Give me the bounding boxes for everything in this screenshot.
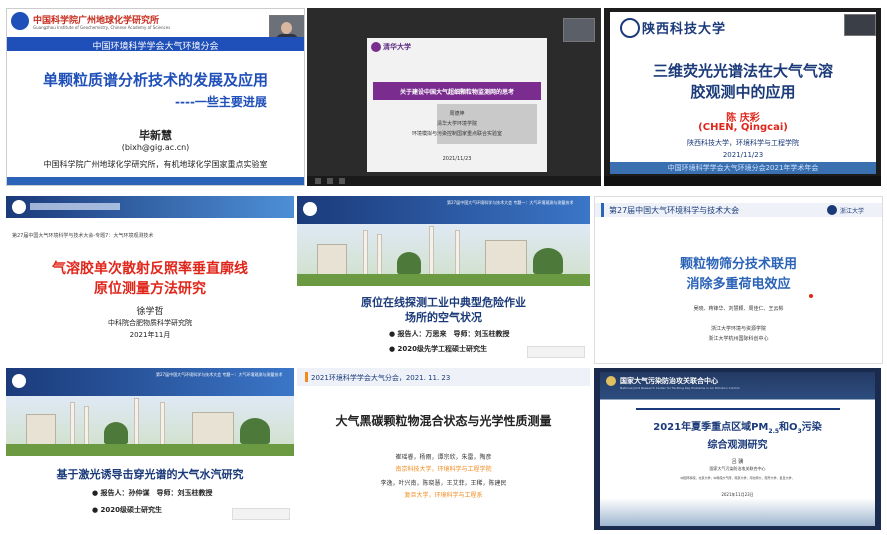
slide-title: 单颗粒质谱分析技术的发展及应用	[42, 71, 268, 89]
slide-tile-8[interactable]: 2021环境科学学会大气分会，2021. 11. 23 大气黑碳颗粒物混合状态与…	[297, 368, 590, 528]
sust-logo-icon	[620, 18, 640, 38]
author-name-english: (CHEN, Qingcai)	[698, 122, 788, 133]
slide-tile-9[interactable]: 国家大气污染防治攻关联合中心 National Joint Research C…	[594, 368, 881, 530]
university-logo-icon	[12, 374, 26, 388]
student-grade: ● 2020级硕士研究生	[92, 506, 163, 514]
affiliation-2: 环境模拟与污染控制国家重点联合实验室	[411, 131, 502, 137]
slide-title: 基于激光诱导击穿光谱的大气水汽研究	[56, 468, 244, 481]
university-logo-text: 浙江大学	[840, 208, 865, 215]
slide-title: 大气黑碳颗粒物混合状态与光学性质测量	[335, 414, 552, 428]
pointer-dot	[809, 294, 813, 298]
author-affiliation: 中国科学院广州地球化学研究所，有机地球化学国家重点实验室	[43, 160, 268, 169]
slide-header: 第27届中国大气环境科学与技术大会 专题一：大气环境观测与测量技术	[156, 372, 283, 377]
author-affiliation: 中科院合肥物质科学研究院	[108, 319, 192, 327]
slide-subtitle: ----一些主要进展	[175, 95, 267, 109]
conference-banner: 第27届中国大气环境科学与技术大会-专题7：大气环境观测技术	[12, 233, 154, 239]
author-name: 徐学哲	[136, 307, 164, 317]
slide-title-line-1: 气溶胶单次散射反照率垂直廓线	[52, 261, 248, 277]
tsinghua-logo-text: 清华大学	[383, 43, 411, 51]
author-name: 毕新慧	[139, 129, 172, 142]
institute-logo-icon	[12, 200, 26, 214]
slide-tile-2[interactable]: 清华大学 关于建设中国大气超细颗粒物监测网的思考 周德坤 清华大学环境学院 环境…	[307, 8, 601, 186]
speaker-webcam	[563, 18, 595, 42]
slide-title-line-2: 场所的空气状况	[405, 311, 482, 324]
slide-title-line-1: 颗粒物筛分技术联用	[679, 257, 797, 272]
participating-institutions: 中国环科院，北京大学，中科院大气所，南京大学，河北师大，南开大学，复旦大学，	[680, 476, 795, 480]
slide-header: 第27届中国大气环境科学与技术大会 专题一：大气环境观测与测量技术	[447, 200, 574, 205]
slide-tile-1[interactable]: 中国科学院广州地球化学研究所 Guangzhou Institute of Ge…	[6, 8, 305, 186]
slide-tile-6[interactable]: 第27届中国大气环境科学与技术大会 浙江大学 颗粒物筛分技术联用 消除多重荷电效…	[594, 196, 883, 364]
author-list-1: 崔瑶睿，杨雨，谭宗欣，朱雷，陶彦	[395, 454, 492, 461]
slide-tile-4[interactable]: 第27届中国大气环境科学与技术大会-专题7：大气环境观测技术 气溶胶单次散射反照…	[6, 196, 294, 362]
reporter-info: ● 报告人：孙仲谋 导师：刘玉柱教授	[92, 489, 213, 497]
reporter-info: ● 报告人：万思来 导师：刘玉柱教授	[389, 330, 510, 338]
slide-title-line-2: 原位测量方法研究	[94, 281, 206, 297]
author-name: 吕 骥	[731, 459, 744, 465]
toolbar-icon[interactable]	[339, 178, 345, 184]
slide-title-line-1: 2021年夏季重点区域PM2.5和O3污染	[653, 422, 822, 435]
center-logo-icon	[606, 376, 616, 386]
toolbar-icon[interactable]	[327, 178, 333, 184]
university-logo-icon	[303, 202, 317, 216]
slide-date: 2021/11/23	[442, 156, 472, 162]
slide-footer: 中国环境科学学会大气环境分会2021年学术年会	[667, 164, 819, 172]
slide-tile-7[interactable]: 第27届中国大气环境科学与技术大会 专题一：大气环境观测与测量技术 基于激光诱导…	[6, 368, 294, 528]
author-name: 周德坤	[449, 111, 465, 117]
cas-logo-icon	[11, 12, 29, 30]
author-list: 吴晓、蒋锋华、刘慧颖、周佳仁、王云彬	[693, 306, 784, 312]
slide-tile-3[interactable]: 陕西科技大学 三维荧光光谱法在大气气溶 胶观测中的应用 陈 庆彩 (CHEN, …	[604, 8, 881, 186]
affiliation-2: 复旦大学，环境科学与工程系	[404, 492, 483, 499]
affiliation-1: 清华大学环境学院	[436, 121, 477, 127]
author-affiliation: 陕西科技大学，环境科学与工程学院	[687, 139, 799, 147]
slide-header: 第27届中国大气环境科学与技术大会	[609, 206, 740, 215]
affiliation-2: 浙江大学杭州国际科创中心	[708, 336, 769, 342]
author-affiliation: 国家大气污染防治攻关联合中心	[709, 466, 766, 471]
speaker-webcam	[844, 14, 876, 36]
tsinghua-logo-icon	[371, 42, 381, 52]
organization-name-english: National Joint Research Center for Tackl…	[620, 386, 740, 390]
student-grade: ● 2020级先学工程硕士研究生	[389, 345, 488, 353]
conference-banner: 中国环境科学学会大气环境分会	[92, 42, 219, 52]
university-logo-text: 陕西科技大学	[642, 22, 727, 37]
author-list-2: 李逸，叶兴南，陈晓慧，王艾菲，王稀，陈建民	[380, 480, 507, 487]
slide-date: 2021/11/23	[722, 151, 764, 159]
affiliation-1: 南京科技大学，环境科学与工程学院	[395, 466, 492, 473]
institute-logo-subtext: Guangzhou Institute of Geochemistry, Chi…	[33, 25, 171, 30]
slide-title-line-2: 综合观测研究	[707, 440, 768, 451]
slide-title: 关于建设中国大气超细颗粒物监测网的思考	[399, 89, 514, 96]
affiliation-1: 浙江大学环境与资源学院	[710, 326, 766, 332]
slide-header: 2021环境科学学会大气分会，2021. 11. 23	[311, 374, 451, 382]
organization-name: 国家大气污染防治攻关联合中心	[620, 377, 718, 385]
slide-title-line-1: 原位在线探测工业中典型危险作业	[361, 296, 526, 309]
slide-title-line-1: 三维荧光光谱法在大气气溶	[652, 62, 833, 80]
zju-logo-icon	[827, 205, 837, 215]
slide-title-line-2: 胶观测中的应用	[690, 83, 796, 101]
toolbar-icon[interactable]	[315, 178, 321, 184]
author-email: (bixh@gig.ac.cn)	[121, 143, 190, 152]
slide-title-line-2: 消除多重荷电效应	[686, 277, 791, 292]
slide-date: 2021年11月	[129, 331, 171, 339]
slide-tile-5[interactable]: 第27届中国大气环境科学与技术大会 专题一：大气环境观测与测量技术 原位在线探测…	[297, 196, 590, 362]
